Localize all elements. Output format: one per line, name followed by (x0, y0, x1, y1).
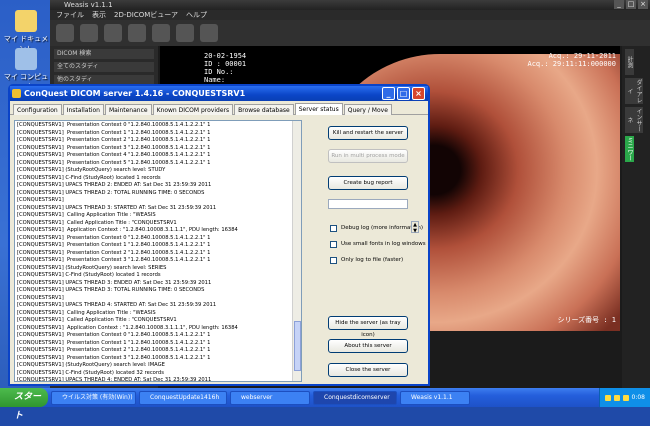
hide-server-button[interactable]: Hide the server (as tray icon) (328, 316, 408, 338)
sync-icon[interactable] (176, 24, 194, 42)
series-number-overlay: シリーズ番号 : 1 (557, 316, 616, 324)
conquest-title-bar[interactable]: ConQuest DICOM server 1.4.16 - CONQUESTS… (10, 86, 428, 101)
weasis-menu-bar: ファイル 表示 2D-DICOMビューア ヘルプ (50, 10, 650, 20)
status-progress (328, 199, 408, 209)
layout-icon[interactable] (152, 24, 170, 42)
log-scrollbar[interactable] (292, 121, 301, 381)
log-text: [CONQUESTSRV1] Presentation Context 0 "1… (17, 122, 238, 382)
taskbar: スタート ウイルス対策 (有効(Win)) ConquestUpdate1416… (0, 388, 650, 421)
close-server-button[interactable]: Close the server (328, 363, 408, 377)
tab-installation[interactable]: Installation (62, 104, 104, 115)
start-button[interactable]: スタート (0, 388, 48, 421)
task-weasis[interactable]: Weasis v1.1.1 (400, 390, 470, 405)
checkbox-label: Use small fonts in log windows (341, 241, 426, 247)
debug-level-spinner[interactable]: ▲ ▼ (411, 221, 419, 234)
conquest-tabs: Configuration Installation Maintenance K… (10, 101, 428, 115)
tab-configuration[interactable]: Configuration (13, 104, 62, 115)
open-icon[interactable] (56, 24, 74, 42)
task-webserver[interactable]: webserver (230, 390, 310, 405)
conquest-app-icon (12, 89, 21, 98)
study-select[interactable]: 全てのスタディ (54, 62, 154, 72)
task-conquest-dicom-server[interactable]: Conquestdicomserver (313, 390, 397, 405)
maximize-button[interactable]: □ (397, 87, 410, 100)
tab-measure[interactable]: 計測 (625, 49, 634, 75)
close-button[interactable]: × (638, 0, 648, 9)
minimize-button[interactable]: _ (382, 87, 395, 100)
about-server-button[interactable]: About this server (328, 339, 408, 353)
system-tray: 0:08 (598, 388, 650, 407)
menu-view[interactable]: 表示 (92, 10, 106, 20)
run-multiprocess-button[interactable]: Run in multi process mode (328, 149, 408, 163)
tab-image[interactable]: インサーネ (625, 107, 643, 133)
tab-known-dicom-providers[interactable]: Known DICOM providers (152, 104, 234, 115)
minimize-button[interactable]: _ (614, 0, 624, 9)
print-icon[interactable] (128, 24, 146, 42)
checkbox[interactable] (330, 240, 337, 248)
tray-icon[interactable] (622, 394, 629, 401)
clock[interactable]: 0:08 (632, 388, 645, 407)
menu-file[interactable]: ファイル (56, 10, 84, 20)
checkbox[interactable] (330, 224, 337, 232)
menu-dicom-viewer[interactable]: 2D-DICOMビューア (114, 10, 178, 20)
small-fonts-checkbox[interactable]: Use small fonts in log windows (330, 240, 426, 248)
menu-help[interactable]: ヘルプ (186, 10, 207, 20)
tray-icon[interactable] (613, 394, 620, 401)
export-icon[interactable] (104, 24, 122, 42)
conquest-title: ConQuest DICOM server 1.4.16 - CONQUESTS… (24, 89, 246, 98)
close-button[interactable]: × (412, 87, 425, 100)
weasis-toolbar (50, 20, 650, 46)
tab-server-status[interactable]: Server status (294, 103, 343, 115)
tab-miniature[interactable]: ミニワー (625, 136, 634, 162)
create-bug-report-button[interactable]: Create bug report (328, 176, 408, 190)
checkbox-label: Only log to file (faster) (341, 257, 404, 263)
task-antivirus[interactable]: ウイルス対策 (有効(Win)) (51, 390, 136, 405)
maximize-button[interactable]: □ (626, 0, 636, 9)
tab-query-move[interactable]: Query / Move (343, 104, 392, 115)
server-log[interactable]: [CONQUESTSRV1] Presentation Context 0 "1… (14, 120, 302, 382)
patient-overlay: 20-02-1954 ID : 00001 ID No.: Name: (204, 52, 247, 84)
scrollbar-thumb[interactable] (294, 321, 301, 371)
task-conquest-update[interactable]: ConquestUpdate1416h (139, 390, 227, 405)
tray-icon[interactable] (604, 394, 611, 401)
tab-maintenance[interactable]: Maintenance (104, 104, 152, 115)
log-to-file-checkbox[interactable]: Only log to file (faster) (330, 256, 403, 264)
acquisition-overlay: Acq.: 29-11-2011 Acq.: 29:11:11:000000 (527, 52, 616, 68)
conquest-window: ConQuest DICOM server 1.4.16 - CONQUESTS… (8, 84, 430, 386)
tab-display[interactable]: ダイアレイ (625, 78, 643, 104)
computer-icon (15, 48, 37, 70)
zoom-icon[interactable] (200, 24, 218, 42)
folder-icon (15, 10, 37, 32)
tab-browse-database[interactable]: Browse database (234, 104, 294, 115)
weasis-title-bar[interactable]: Weasis v1.1.1 _ □ × (50, 0, 650, 10)
right-tool-panel: 計測 ダイアレイ インサーネ ミニワー (622, 46, 650, 388)
import-icon[interactable] (80, 24, 98, 42)
kill-restart-button[interactable]: Kill and restart the server (328, 126, 408, 140)
dicom-search-label[interactable]: DICOM 検索 (54, 49, 154, 59)
debug-log-checkbox[interactable]: Debug log (more information) (330, 224, 423, 232)
checkbox[interactable] (330, 256, 337, 264)
weasis-title: Weasis v1.1.1 (64, 1, 113, 9)
